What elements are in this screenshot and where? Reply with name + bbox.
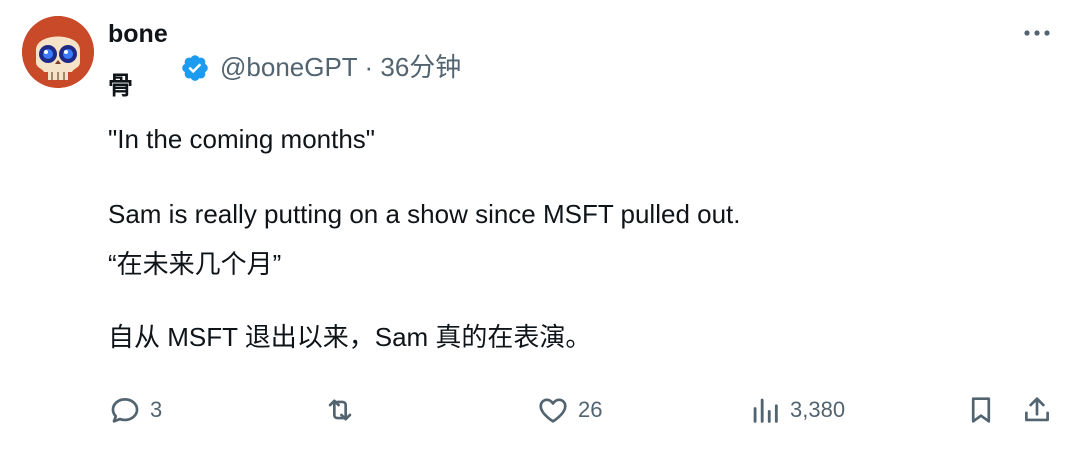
reply-icon — [111, 398, 139, 423]
tweet-time[interactable]: 36分钟 — [380, 52, 461, 82]
tweet-text-line: Sam is really putting on a show since MS… — [108, 199, 741, 229]
bookmark-button[interactable] — [964, 392, 998, 428]
retweet-button[interactable] — [322, 392, 358, 428]
views-count: 3,380 — [790, 397, 846, 422]
verified-badge-icon — [182, 55, 208, 81]
tweet-text-line: 自从 MSFT 退出以来，Sam 真的在表演。 — [108, 322, 592, 352]
meta-separator: · — [364, 52, 374, 82]
like-icon — [539, 398, 567, 423]
author-display-name-line2[interactable]: 骨 — [108, 70, 133, 102]
tweet-text-line: "In the coming months" — [108, 124, 376, 154]
author-display-name[interactable]: bone — [108, 18, 168, 50]
bookmark-icon — [971, 397, 991, 423]
reply-count: 3 — [150, 397, 163, 422]
share-icon — [1025, 397, 1049, 422]
like-count: 26 — [578, 397, 603, 422]
tweet-meta: @boneGPT · 36分钟 — [220, 50, 461, 84]
tweet-text-line: “在未来几个月” — [108, 249, 282, 279]
share-button[interactable] — [1020, 392, 1054, 428]
views-icon — [753, 398, 778, 423]
skull-avatar — [22, 16, 94, 88]
more-icon[interactable] — [1022, 26, 1052, 40]
like-button[interactable]: 26 — [536, 392, 602, 428]
views-button[interactable]: 3,380 — [748, 392, 845, 428]
author-handle[interactable]: @boneGPT — [220, 52, 357, 82]
retweet-icon — [328, 399, 352, 421]
avatar[interactable] — [22, 16, 94, 88]
reply-button[interactable]: 3 — [108, 392, 162, 428]
